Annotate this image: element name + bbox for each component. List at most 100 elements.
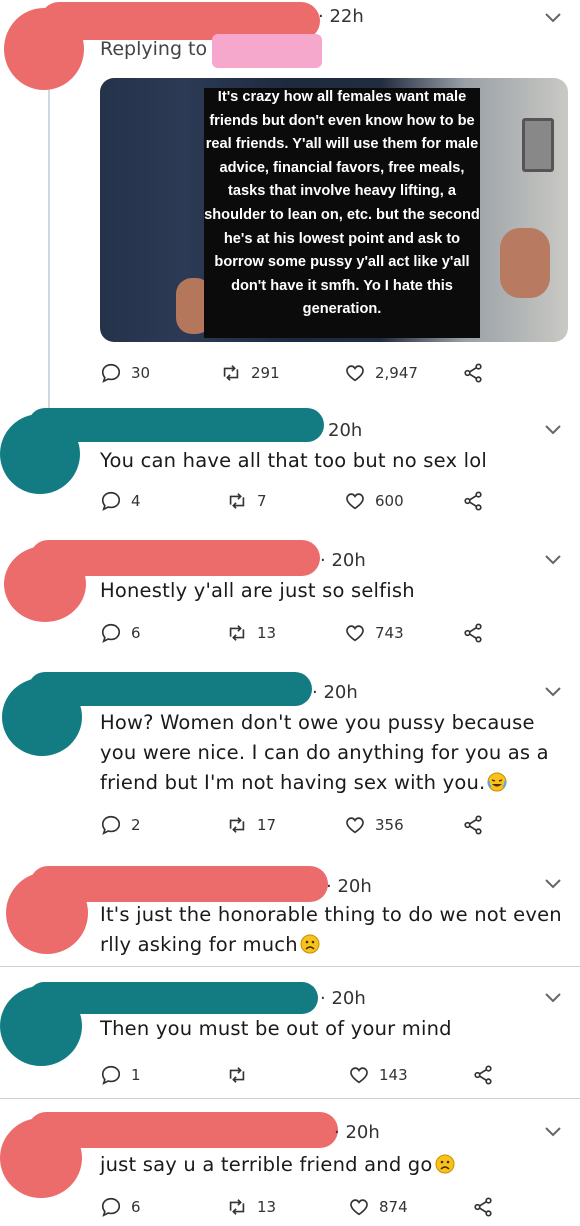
reply-button[interactable]: 4 (100, 488, 141, 514)
reply-button[interactable]: 30 (100, 360, 150, 386)
tweet-time: · 20h (320, 550, 366, 571)
reply-count: 6 (131, 624, 141, 642)
tweet-reply[interactable]: · 20h Honestly y'all are just so selfish… (0, 530, 580, 660)
reply-count: 4 (131, 492, 141, 510)
tweet-actions: 30 291 2,947 (100, 360, 520, 386)
share-button[interactable] (472, 1194, 494, 1220)
tweet-reply[interactable]: · 20h How? Women don't owe you pussy bec… (0, 660, 580, 860)
tweet-text: How? Women don't owe you pussy because y… (100, 708, 562, 798)
tweet-time: · 22h (318, 6, 364, 27)
retweet-icon (229, 493, 245, 509)
reply-icon (101, 363, 121, 383)
like-button[interactable]: 600 (344, 488, 404, 514)
like-button[interactable]: 143 (348, 1062, 408, 1088)
heart-icon (350, 1199, 368, 1216)
heart-icon (346, 625, 364, 642)
tweet-text: It's just the honorable thing to do we n… (100, 900, 562, 960)
chevron-down-icon[interactable] (544, 878, 562, 890)
tweet-time: 20h (328, 420, 363, 441)
like-count: 600 (375, 492, 404, 510)
retweet-icon (229, 1199, 245, 1215)
retweet-button[interactable]: 7 (226, 488, 267, 514)
tweet-image[interactable]: It's crazy how all females want male fri… (100, 78, 568, 342)
tweet-actions: 1 143 (100, 1062, 520, 1088)
like-count: 874 (379, 1198, 408, 1216)
tweet-original[interactable]: · 22h Replying to It's crazy how all fem… (0, 0, 580, 400)
reply-count: 6 (131, 1198, 141, 1216)
tweet-actions: 4 7 600 (100, 488, 520, 514)
like-count: 143 (379, 1066, 408, 1084)
heart-icon (346, 493, 364, 510)
reply-button[interactable]: 2 (100, 812, 141, 838)
tweet-reply[interactable]: · 20h Then you must be out of your mind … (0, 968, 580, 1096)
reply-icon (101, 491, 121, 511)
retweet-count: 7 (257, 492, 267, 510)
retweet-icon (229, 817, 245, 833)
frowning-face-emoji (435, 1154, 455, 1174)
share-icon (474, 1065, 492, 1085)
chevron-down-icon[interactable] (544, 992, 562, 1004)
like-button[interactable]: 743 (344, 620, 404, 646)
tweet-reply[interactable]: 20h You can have all that too but no sex… (0, 400, 580, 530)
chevron-down-icon[interactable] (544, 554, 562, 566)
chevron-down-icon[interactable] (544, 1126, 562, 1138)
reply-button[interactable]: 6 (100, 620, 141, 646)
reply-icon (101, 623, 121, 643)
replying-to-label: Replying to (100, 38, 208, 60)
retweet-button[interactable]: 13 (226, 620, 276, 646)
tweet-text-content: It's just the honorable thing to do we n… (100, 903, 562, 956)
share-button[interactable] (462, 620, 484, 646)
heart-icon (350, 1067, 368, 1084)
retweet-button[interactable] (226, 1062, 257, 1088)
retweet-count: 13 (257, 1198, 277, 1216)
retweet-icon (229, 1067, 245, 1083)
tweet-time: · 20h (312, 682, 358, 703)
share-button[interactable] (472, 1062, 494, 1088)
reply-icon (101, 1197, 121, 1217)
share-button[interactable] (462, 360, 484, 386)
reply-button[interactable]: 6 (100, 1194, 141, 1220)
tweet-actions: 2 17 356 (100, 812, 520, 838)
tweet-text: just say u a terrible friend and go (100, 1150, 562, 1180)
reply-count: 2 (131, 816, 141, 834)
reply-count: 30 (131, 364, 151, 382)
reply-count: 1 (131, 1066, 141, 1084)
tweet-reply[interactable]: · 20h just say u a terrible friend and g… (0, 1100, 580, 1226)
share-button[interactable] (462, 488, 484, 514)
share-icon (474, 1197, 492, 1217)
share-button[interactable] (462, 812, 484, 838)
tweet-reply[interactable]: · 20h It's just the honorable thing to d… (0, 860, 580, 966)
tweet-text: You can have all that too but no sex lol (100, 449, 487, 472)
retweet-button[interactable]: 291 (220, 360, 280, 386)
like-button[interactable]: 874 (348, 1194, 408, 1220)
share-icon (464, 623, 482, 643)
chevron-down-icon[interactable] (544, 12, 562, 24)
reply-button[interactable]: 1 (100, 1062, 141, 1088)
share-icon (464, 363, 482, 383)
section-divider (0, 966, 580, 967)
tweet-text: Honestly y'all are just so selfish (100, 579, 415, 602)
retweet-count: 13 (257, 624, 277, 642)
chevron-down-icon[interactable] (544, 686, 562, 698)
share-icon (464, 815, 482, 835)
like-button[interactable]: 356 (344, 812, 404, 838)
tweet-actions: 6 13 743 (100, 620, 520, 646)
image-text: It's crazy how all females want male fri… (204, 89, 480, 318)
tweet-text: Then you must be out of your mind (100, 1017, 452, 1040)
laughing-crying-emoji (487, 772, 507, 792)
retweet-button[interactable]: 13 (226, 1194, 276, 1220)
heart-icon (346, 365, 364, 382)
retweet-count: 291 (251, 364, 280, 382)
section-divider (0, 1098, 580, 1099)
redacted-handle[interactable] (212, 34, 322, 68)
tweet-time: · 20h (334, 1122, 380, 1143)
like-count: 2,947 (375, 364, 418, 382)
like-button[interactable]: 2,947 (344, 360, 418, 386)
retweet-count: 17 (257, 816, 277, 834)
retweet-button[interactable]: 17 (226, 812, 276, 838)
frowning-face-emoji (300, 934, 320, 954)
tweet-time: · 20h (320, 988, 366, 1009)
tweet-text-content: just say u a terrible friend and go (100, 1153, 433, 1176)
chevron-down-icon[interactable] (544, 424, 562, 436)
retweet-icon (229, 625, 245, 641)
